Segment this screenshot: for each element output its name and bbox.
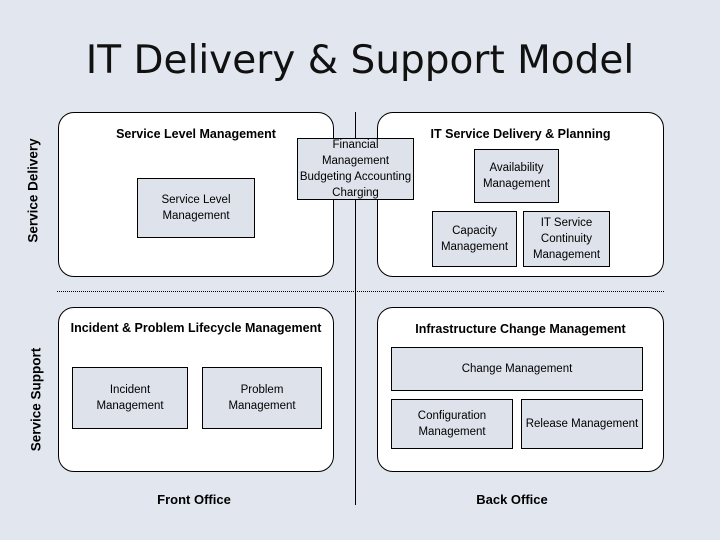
column-label-front-office: Front Office [157,492,231,507]
process-box-service-level-management-label: Service Level Management [161,193,231,222]
process-box-capacity-management-label: Capacity Management [440,224,509,253]
quadrant-title-bottom-left: Incident & Problem Lifecycle Management [70,321,322,335]
quadrant-title-top-left: Service Level Management [116,127,276,141]
process-box-service-level-management[interactable]: Service Level Management [137,178,255,238]
process-box-financial-management[interactable]: Financial Management Budgeting Accountin… [297,138,414,200]
it-delivery-support-model-slide: IT Delivery & Support Model Service Deli… [0,0,720,540]
process-box-problem-management-label: Problem Management [228,383,296,412]
process-box-release-management[interactable]: Release Management [521,399,643,449]
quadrant-incident-problem-lifecycle-management[interactable]: Incident & Problem Lifecycle Management … [58,307,334,472]
process-box-it-service-continuity-management-label: IT Service Continuity Management [532,216,601,262]
quadrant-title-bottom-right: Infrastructure Change Management [415,322,626,336]
quadrant-infrastructure-change-management[interactable]: Infrastructure Change Management Change … [377,307,664,472]
row-label-service-delivery-text: Service Delivery [25,138,41,243]
process-box-incident-management-label: Incident Management [96,383,164,412]
process-box-availability-management-label: Availability Management [482,161,551,190]
process-box-financial-management-label: Financial Management [321,138,390,167]
process-box-change-management[interactable]: Change Management [391,347,643,391]
process-box-release-management-label: Release Management [525,417,639,430]
page-title: IT Delivery & Support Model [85,38,635,83]
column-label-back-office: Back Office [476,492,548,507]
row-label-service-support-text: Service Support [28,347,44,452]
process-box-capacity-management[interactable]: Capacity Management [432,211,517,267]
quadrant-service-level-management[interactable]: Service Level Management Service Level M… [58,112,334,277]
process-box-configuration-management-label: Configuration Management [417,409,487,438]
process-box-problem-management[interactable]: Problem Management [202,367,322,429]
process-box-availability-management[interactable]: Availability Management [474,149,559,203]
process-box-financial-management-subtitle: Budgeting Accounting Charging [299,171,412,200]
process-box-configuration-management[interactable]: Configuration Management [391,399,513,449]
quadrant-it-service-delivery-planning[interactable]: IT Service Delivery & Planning Availabil… [377,112,664,277]
quadrant-title-top-right: IT Service Delivery & Planning [430,127,611,141]
process-box-change-management-label: Change Management [461,362,573,375]
process-box-incident-management[interactable]: Incident Management [72,367,188,429]
divider-horizontal-dotted [57,291,664,292]
process-box-it-service-continuity-management[interactable]: IT Service Continuity Management [523,211,610,267]
